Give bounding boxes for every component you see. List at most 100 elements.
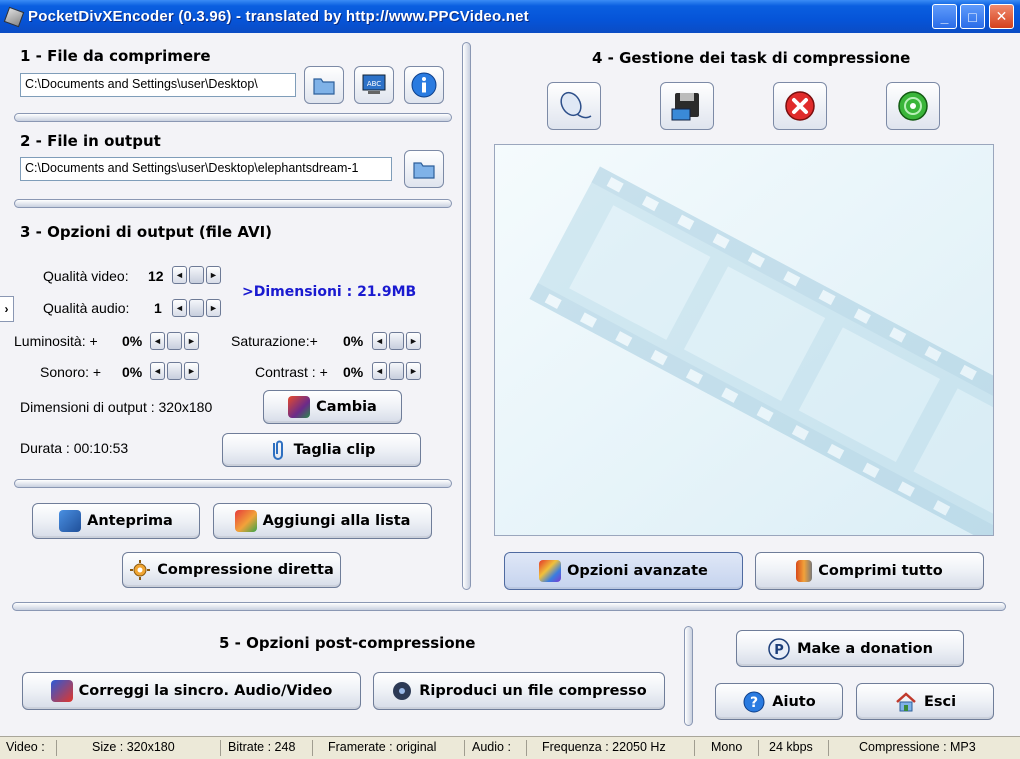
duration: Durata : 00:10:53	[20, 440, 129, 456]
exit-button[interactable]: Esci	[856, 683, 994, 720]
preview-button[interactable]: Anteprima	[32, 503, 200, 539]
contrast-value: 0%	[343, 364, 364, 380]
contrast-stepper[interactable]: ◄ ►	[372, 362, 421, 380]
direct-compression-label: Compressione diretta	[157, 562, 334, 578]
section3-heading: 3 - Opzioni di output (file AVI)	[20, 223, 273, 241]
output-file-field[interactable]: C:\Documents and Settings\user\Desktop\e…	[20, 157, 392, 181]
title-bar: PocketDivXEncoder (0.3.96) - translated …	[0, 0, 1020, 33]
decrement-arrow-icon[interactable]: ◄	[150, 332, 165, 350]
start-task-button[interactable]	[886, 82, 940, 130]
separator-2	[14, 199, 452, 208]
compress-all-icon	[796, 560, 813, 582]
video-quality-value: 12	[148, 268, 164, 284]
decrement-arrow-icon[interactable]: ◄	[372, 332, 387, 350]
trim-clip-label: Taglia clip	[293, 442, 376, 458]
advanced-options-button[interactable]: Opzioni avanzate	[504, 552, 743, 590]
audio-quality-label: Qualità audio:	[43, 300, 130, 316]
info-icon	[411, 72, 437, 98]
help-label: Aiuto	[772, 693, 816, 710]
video-quality-stepper[interactable]: ◄ ►	[172, 266, 221, 284]
stepper-thumb[interactable]	[167, 332, 182, 350]
monitor-abc-icon: ABC	[362, 74, 386, 94]
status-channels: Mono	[711, 740, 743, 754]
add-task-button[interactable]	[547, 82, 601, 130]
delete-task-button[interactable]	[773, 82, 827, 130]
increment-arrow-icon[interactable]: ►	[206, 266, 221, 284]
stepper-thumb[interactable]	[167, 362, 182, 380]
increment-arrow-icon[interactable]: ►	[184, 332, 199, 350]
browse-output-button[interactable]	[404, 150, 444, 188]
status-separator	[56, 740, 57, 756]
output-dimensions: Dimensioni di output : 320x180	[20, 399, 213, 415]
sound-label: Sonoro: +	[40, 364, 102, 380]
app-icon	[3, 6, 25, 27]
minimize-button[interactable]: _	[932, 4, 957, 29]
audio-quality-stepper[interactable]: ◄ ►	[172, 299, 221, 317]
status-kbps: 24 kbps	[769, 740, 813, 754]
side-toggle-button[interactable]: ›	[0, 296, 14, 322]
compress-all-button[interactable]: Comprimi tutto	[755, 552, 984, 590]
status-framerate: Framerate : original	[328, 740, 437, 754]
decrement-arrow-icon[interactable]: ◄	[172, 266, 187, 284]
play-disc-icon	[393, 682, 412, 700]
status-frequency: Frequenza : 22050 Hz	[542, 740, 666, 754]
add-list-icon	[234, 510, 257, 532]
preview-icon	[59, 510, 82, 532]
increment-arrow-icon[interactable]: ►	[184, 362, 199, 380]
play-compressed-button[interactable]: Riproduci un file compresso	[373, 672, 665, 710]
fix-av-sync-label: Correggi la sincro. Audio/Video	[78, 683, 333, 699]
trim-clip-button[interactable]: Taglia clip	[222, 433, 421, 467]
advanced-options-label: Opzioni avanzate	[567, 563, 708, 579]
add-to-list-button[interactable]: Aggiungi alla lista	[213, 503, 432, 539]
increment-arrow-icon[interactable]: ►	[206, 299, 221, 317]
luminosity-stepper[interactable]: ◄ ►	[150, 332, 199, 350]
status-separator	[464, 740, 465, 756]
status-audio: Audio :	[472, 740, 511, 754]
section4-heading: 4 - Gestione dei task di compressione	[592, 49, 911, 67]
donation-label: Make a donation	[797, 640, 933, 657]
help-button[interactable]: ? Aiuto	[715, 683, 843, 720]
increment-arrow-icon[interactable]: ►	[406, 362, 421, 380]
rename-button[interactable]: ABC	[354, 66, 394, 104]
folder-icon	[313, 78, 335, 95]
donation-button[interactable]: P Make a donation	[736, 630, 964, 667]
sync-icon	[50, 680, 73, 702]
save-task-button[interactable]	[660, 82, 714, 130]
paperclip-icon	[272, 440, 283, 460]
contrast-label: Contrast : +	[255, 364, 328, 380]
stepper-thumb[interactable]	[189, 266, 204, 284]
status-separator	[828, 740, 829, 756]
audio-quality-value: 1	[154, 300, 162, 316]
saturation-value: 0%	[343, 333, 364, 349]
stepper-thumb[interactable]	[189, 299, 204, 317]
fix-av-sync-button[interactable]: Correggi la sincro. Audio/Video	[22, 672, 361, 710]
browse-input-button[interactable]	[304, 66, 344, 104]
increment-arrow-icon[interactable]: ►	[406, 332, 421, 350]
status-separator	[526, 740, 527, 756]
change-dimensions-button[interactable]: Cambia	[263, 390, 402, 424]
sound-value: 0%	[122, 364, 143, 380]
decrement-arrow-icon[interactable]: ◄	[372, 362, 387, 380]
close-button[interactable]: ✕	[989, 4, 1014, 29]
decrement-arrow-icon[interactable]: ◄	[172, 299, 187, 317]
status-compression: Compressione : MP3	[859, 740, 976, 754]
stepper-thumb[interactable]	[389, 332, 404, 350]
sound-stepper[interactable]: ◄ ►	[150, 362, 199, 380]
info-button[interactable]	[404, 66, 444, 104]
gear-icon	[130, 560, 151, 580]
section5-heading: 5 - Opzioni post-compressione	[219, 634, 476, 652]
saturation-stepper[interactable]: ◄ ►	[372, 332, 421, 350]
stepper-thumb[interactable]	[389, 362, 404, 380]
status-separator	[312, 740, 313, 756]
input-file-field[interactable]: C:\Documents and Settings\user\Desktop\	[20, 73, 296, 97]
status-size: Size : 320x180	[92, 740, 175, 754]
status-bar: Video : Size : 320x180 Bitrate : 248 Fra…	[0, 736, 1020, 759]
task-list-area[interactable]	[494, 144, 994, 536]
svg-text:P: P	[774, 643, 784, 658]
status-bitrate: Bitrate : 248	[228, 740, 296, 754]
direct-compression-button[interactable]: Compressione diretta	[122, 552, 341, 588]
separator-1	[14, 113, 452, 122]
decrement-arrow-icon[interactable]: ◄	[150, 362, 165, 380]
film-strip-watermark	[495, 145, 993, 535]
maximize-button[interactable]: □	[960, 4, 985, 29]
